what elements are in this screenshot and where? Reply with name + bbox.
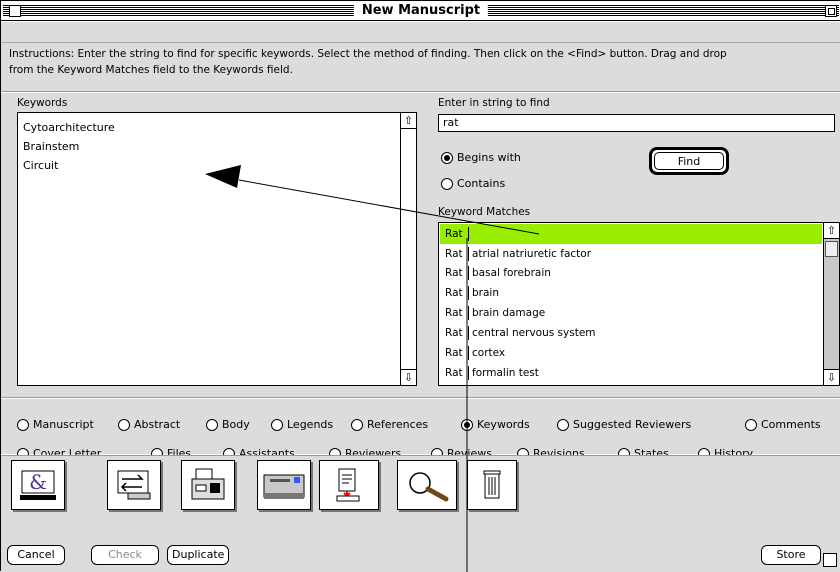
manuscript-window: New Manuscript Instructions: Enter the s… bbox=[0, 0, 840, 572]
drag-arrow-annotation bbox=[205, 165, 540, 572]
